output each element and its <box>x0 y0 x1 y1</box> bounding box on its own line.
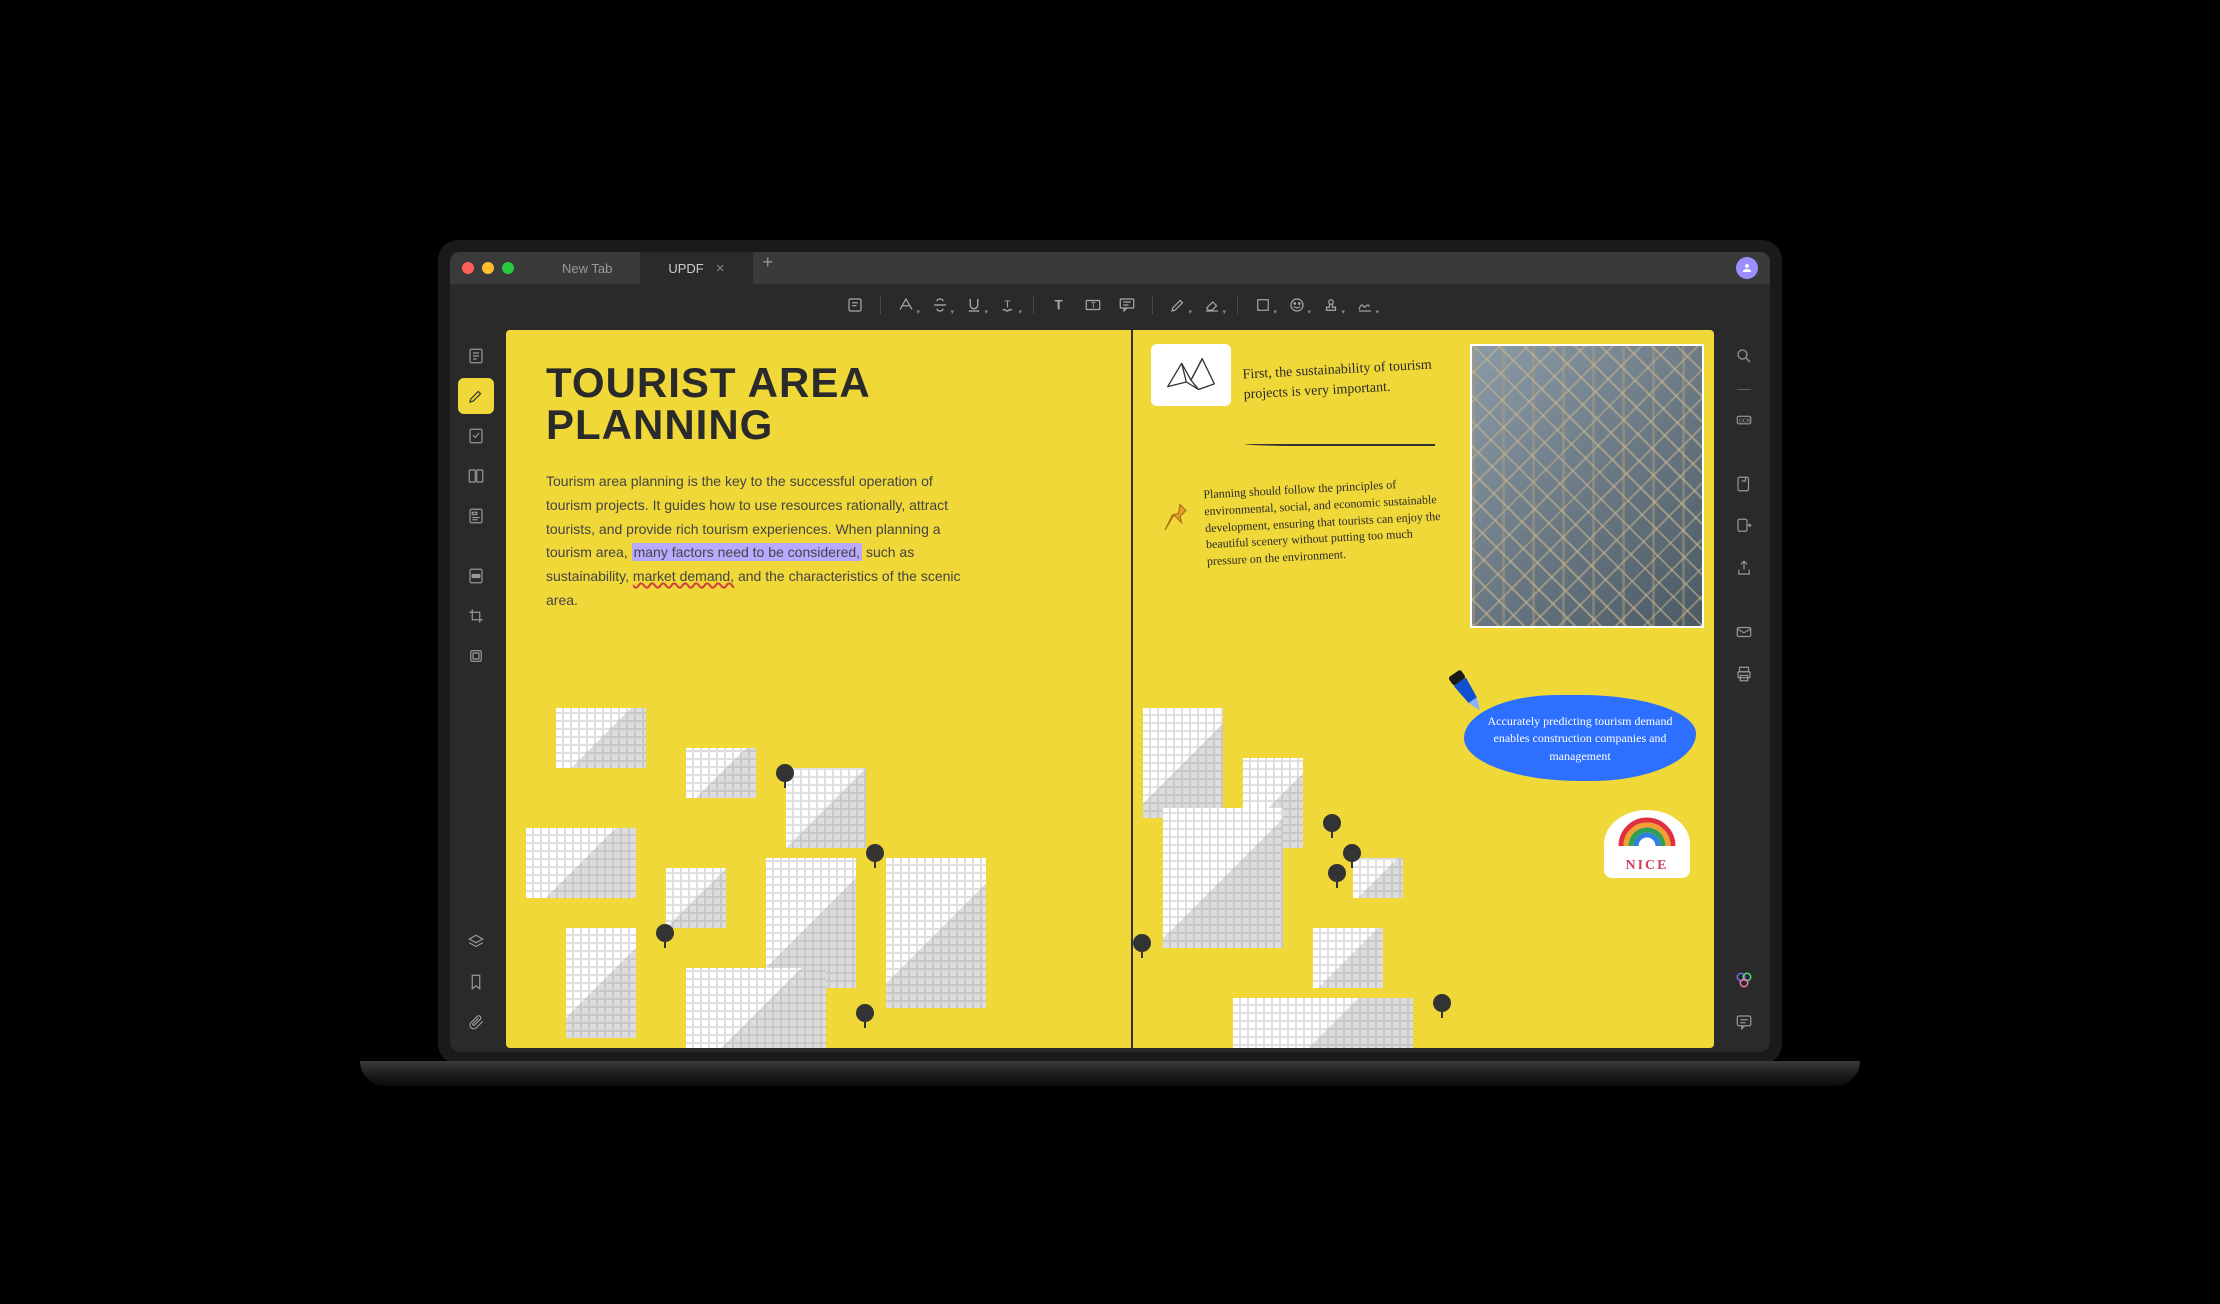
right-sidebar: — OCR <box>1718 326 1770 1052</box>
squiggly-tool-icon[interactable]: T <box>993 290 1023 320</box>
svg-text:T: T <box>1091 301 1096 310</box>
pencil-tool-icon[interactable] <box>1163 290 1193 320</box>
text-tool-icon[interactable]: T <box>1044 290 1074 320</box>
page-canvas[interactable]: TOURIST AREA PLANNING Tourism area plann… <box>502 326 1718 1052</box>
page-mode-icon[interactable] <box>458 458 494 494</box>
user-avatar[interactable] <box>1736 257 1758 279</box>
note-tool-icon[interactable] <box>840 290 870 320</box>
edit-mode-icon[interactable] <box>458 418 494 454</box>
tab-new[interactable]: New Tab <box>534 252 640 284</box>
search-icon[interactable] <box>1726 338 1762 374</box>
eraser-tool-icon[interactable] <box>1197 290 1227 320</box>
reader-mode-icon[interactable] <box>458 338 494 374</box>
signature-tool-icon[interactable] <box>1350 290 1380 320</box>
email-icon[interactable] <box>1726 614 1762 650</box>
tab-updf[interactable]: UPDF × <box>640 252 752 284</box>
export-icon[interactable] <box>1726 508 1762 544</box>
ai-icon[interactable] <box>1726 962 1762 998</box>
callout-tool-icon[interactable] <box>1112 290 1142 320</box>
bookmark-icon[interactable] <box>458 964 494 1000</box>
fill-mode-icon[interactable] <box>458 498 494 534</box>
ocr-icon[interactable]: OCR <box>1726 402 1762 438</box>
highlight-tool-icon[interactable] <box>891 290 921 320</box>
underline-tool-icon[interactable] <box>959 290 989 320</box>
handwritten-note-1: First, the sustainability of tourism pro… <box>1242 355 1454 405</box>
sticker-tool-icon[interactable] <box>1282 290 1312 320</box>
svg-text:T: T <box>1004 298 1011 310</box>
minimize-window[interactable] <box>482 262 494 274</box>
annotation-toolbar: T T T <box>450 284 1770 326</box>
sticker-label: NICE <box>1625 858 1668 874</box>
construction-photo <box>1470 344 1704 628</box>
underline-stroke-icon <box>1245 444 1435 446</box>
pushpin-sticker-icon <box>1159 500 1195 536</box>
redact-icon[interactable] <box>458 558 494 594</box>
crop-icon[interactable] <box>458 598 494 634</box>
comment-mode-icon[interactable] <box>458 378 494 414</box>
textbox-tool-icon[interactable]: T <box>1078 290 1108 320</box>
page-right: First, the sustainability of tourism pro… <box>1133 330 1714 1048</box>
titlebar: New Tab UPDF × + <box>450 252 1770 284</box>
svg-text:T: T <box>1055 298 1064 313</box>
tab-label: New Tab <box>562 261 612 276</box>
layers-icon[interactable] <box>458 924 494 960</box>
print-icon[interactable] <box>1726 656 1762 692</box>
left-sidebar <box>450 326 502 1052</box>
save-icon[interactable] <box>1726 466 1762 502</box>
marker-annotation: Accurately predicting tourism demand ena… <box>1464 695 1696 781</box>
illustration-city <box>506 581 1131 1048</box>
shape-tool-icon[interactable] <box>1248 290 1278 320</box>
highlighted-text: many factors need to be considered, <box>632 543 862 561</box>
handwritten-note-2: Planning should follow the principles of… <box>1203 474 1447 570</box>
share-icon[interactable] <box>1726 550 1762 586</box>
svg-text:OCR: OCR <box>1739 418 1751 424</box>
document-title: TOURIST AREA PLANNING <box>546 362 1091 446</box>
strikethrough-tool-icon[interactable] <box>925 290 955 320</box>
comment-panel-icon[interactable] <box>1726 1004 1762 1040</box>
squiggly-text: market demand, <box>633 568 734 584</box>
compress-icon[interactable] <box>458 638 494 674</box>
tab-label: UPDF <box>668 261 703 276</box>
add-tab-button[interactable]: + <box>753 252 784 284</box>
stamp-tool-icon[interactable] <box>1316 290 1346 320</box>
maximize-window[interactable] <box>502 262 514 274</box>
document-paragraph: Tourism area planning is the key to the … <box>546 470 966 613</box>
close-tab-icon[interactable]: × <box>716 260 725 277</box>
origami-sticker-icon <box>1151 344 1231 406</box>
window-controls <box>462 262 514 274</box>
attachment-icon[interactable] <box>458 1004 494 1040</box>
rainbow-sticker-icon: NICE <box>1604 810 1690 878</box>
collapse-icon[interactable]: — <box>1737 380 1751 396</box>
close-window[interactable] <box>462 262 474 274</box>
page-left: TOURIST AREA PLANNING Tourism area plann… <box>506 330 1131 1048</box>
